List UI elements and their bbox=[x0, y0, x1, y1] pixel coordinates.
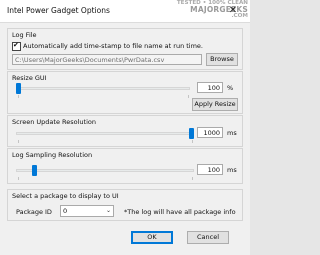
close-button[interactable]: ✕ bbox=[226, 4, 240, 18]
log-sampling-unit-label: ms bbox=[227, 166, 237, 174]
package-id-select[interactable]: 0 ⌄ bbox=[60, 205, 114, 217]
log-sampling-slider-track[interactable] bbox=[16, 169, 194, 172]
apply-resize-button[interactable]: Apply Resize bbox=[192, 98, 238, 111]
log-sampling-value-field[interactable]: 100 bbox=[197, 164, 223, 175]
close-icon: ✕ bbox=[228, 5, 238, 16]
resize-slider-thumb[interactable] bbox=[16, 83, 21, 94]
log-sampling-group-label: Log Sampling Resolution bbox=[12, 151, 93, 159]
log-sampling-group: Log Sampling Resolution 100 ms bbox=[7, 148, 243, 184]
ok-button[interactable]: OK bbox=[131, 231, 173, 244]
log-path-field[interactable]: C:\Users\MajorGeeks\Documents\PwrData.cs… bbox=[12, 54, 202, 65]
timestamp-checkbox-label[interactable]: Automatically add time-stamp to file nam… bbox=[23, 42, 239, 50]
resize-gui-group: Resize GUI 100 % Apply Resize bbox=[7, 71, 243, 114]
resize-unit-label: % bbox=[227, 84, 234, 92]
screen-update-group: Screen Update Resolution 1000 ms bbox=[7, 115, 243, 147]
options-dialog: Intel Power Gadget Options TESTED • 100%… bbox=[0, 0, 250, 255]
log-file-group: Log File ✔ Automatically add time-stamp … bbox=[7, 28, 243, 70]
package-id-selected-value: 0 bbox=[63, 207, 68, 215]
title-bar: Intel Power Gadget Options TESTED • 100%… bbox=[0, 0, 250, 23]
resize-slider-ticks bbox=[18, 95, 190, 98]
package-group-label: Select a package to display to UI bbox=[12, 192, 119, 200]
package-note: *The log will have all package info bbox=[124, 208, 236, 216]
resize-slider-track[interactable] bbox=[16, 87, 190, 90]
screen-update-unit-label: ms bbox=[227, 129, 237, 137]
cancel-button[interactable]: Cancel bbox=[187, 231, 229, 244]
log-sampling-slider-thumb[interactable] bbox=[31, 165, 37, 176]
checkmark-icon: ✔ bbox=[13, 41, 19, 49]
screen-update-slider-track[interactable] bbox=[16, 132, 194, 135]
browse-button[interactable]: Browse bbox=[206, 53, 238, 66]
screen-update-group-label: Screen Update Resolution bbox=[12, 118, 96, 126]
resize-gui-group-label: Resize GUI bbox=[12, 74, 47, 82]
screen-update-slider-thumb[interactable] bbox=[189, 128, 194, 139]
package-group: Select a package to display to UI Packag… bbox=[7, 189, 243, 221]
package-id-label: Package ID bbox=[16, 208, 52, 216]
chevron-down-icon: ⌄ bbox=[105, 207, 111, 214]
window-title: Intel Power Gadget Options bbox=[7, 6, 110, 15]
log-file-group-label: Log File bbox=[12, 31, 37, 39]
screen-update-slider-ticks bbox=[18, 140, 194, 143]
resize-value-field[interactable]: 100 bbox=[197, 82, 223, 93]
log-sampling-slider-ticks bbox=[18, 177, 194, 180]
timestamp-checkbox[interactable]: ✔ bbox=[12, 41, 21, 51]
screen-update-value-field[interactable]: 1000 bbox=[197, 127, 223, 138]
